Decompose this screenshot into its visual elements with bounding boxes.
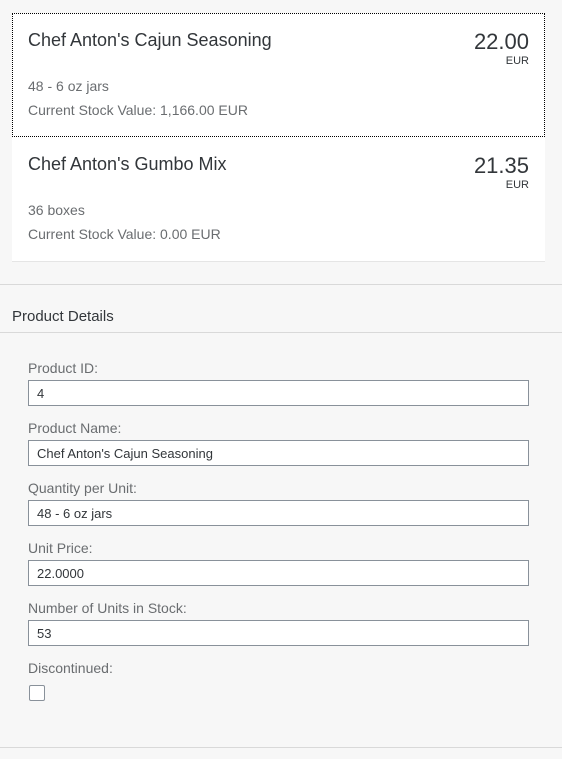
units-in-stock-field: Number of Units in Stock: — [28, 600, 529, 646]
product-currency: EUR — [505, 55, 529, 67]
unit-price-label: Unit Price: — [28, 540, 93, 556]
product-stock-value: Current Stock Value: 0.00 EUR — [28, 226, 221, 242]
product-name: Chef Anton's Cajun Seasoning — [28, 30, 272, 50]
unit-price-field: Unit Price: — [28, 540, 529, 586]
product-name: Chef Anton's Gumbo Mix — [28, 154, 227, 174]
units-in-stock-input[interactable] — [28, 620, 529, 646]
product-name-input[interactable] — [28, 440, 529, 466]
product-id-label: Product ID: — [28, 360, 99, 376]
quantity-per-unit-label: Quantity per Unit: — [28, 480, 137, 496]
discontinued-checkbox[interactable] — [29, 685, 45, 701]
section-divider-bottom — [0, 747, 562, 748]
list-item-product-2[interactable]: Chef Anton's Gumbo Mix 21.35 EUR 36 boxe… — [12, 137, 545, 261]
product-price: 22.00 — [473, 29, 529, 54]
units-in-stock-label: Number of Units in Stock: — [28, 600, 187, 616]
product-id-input[interactable] — [28, 380, 529, 406]
product-name-label: Product Name: — [28, 420, 122, 436]
product-quantity-per-unit: 48 - 6 oz jars — [28, 78, 109, 94]
product-list: Chef Anton's Cajun Seasoning 22.00 EUR 4… — [12, 13, 545, 262]
panel-header-divider — [0, 332, 562, 333]
list-item-product-1[interactable]: Chef Anton's Cajun Seasoning 22.00 EUR 4… — [12, 13, 545, 137]
product-stock-value: Current Stock Value: 1,166.00 EUR — [28, 102, 248, 118]
discontinued-label: Discontinued: — [28, 660, 113, 676]
panel-title: Product Details — [12, 308, 114, 325]
product-id-field: Product ID: — [28, 360, 529, 406]
product-quantity-per-unit: 36 boxes — [28, 202, 85, 218]
quantity-per-unit-field: Quantity per Unit: — [28, 480, 529, 526]
product-name-field: Product Name: — [28, 420, 529, 466]
unit-price-input[interactable] — [28, 560, 529, 586]
quantity-per-unit-input[interactable] — [28, 500, 529, 526]
discontinued-field: Discontinued: — [28, 660, 529, 701]
product-price: 21.35 — [473, 153, 529, 178]
section-divider-top — [0, 284, 562, 285]
product-currency: EUR — [505, 179, 529, 191]
